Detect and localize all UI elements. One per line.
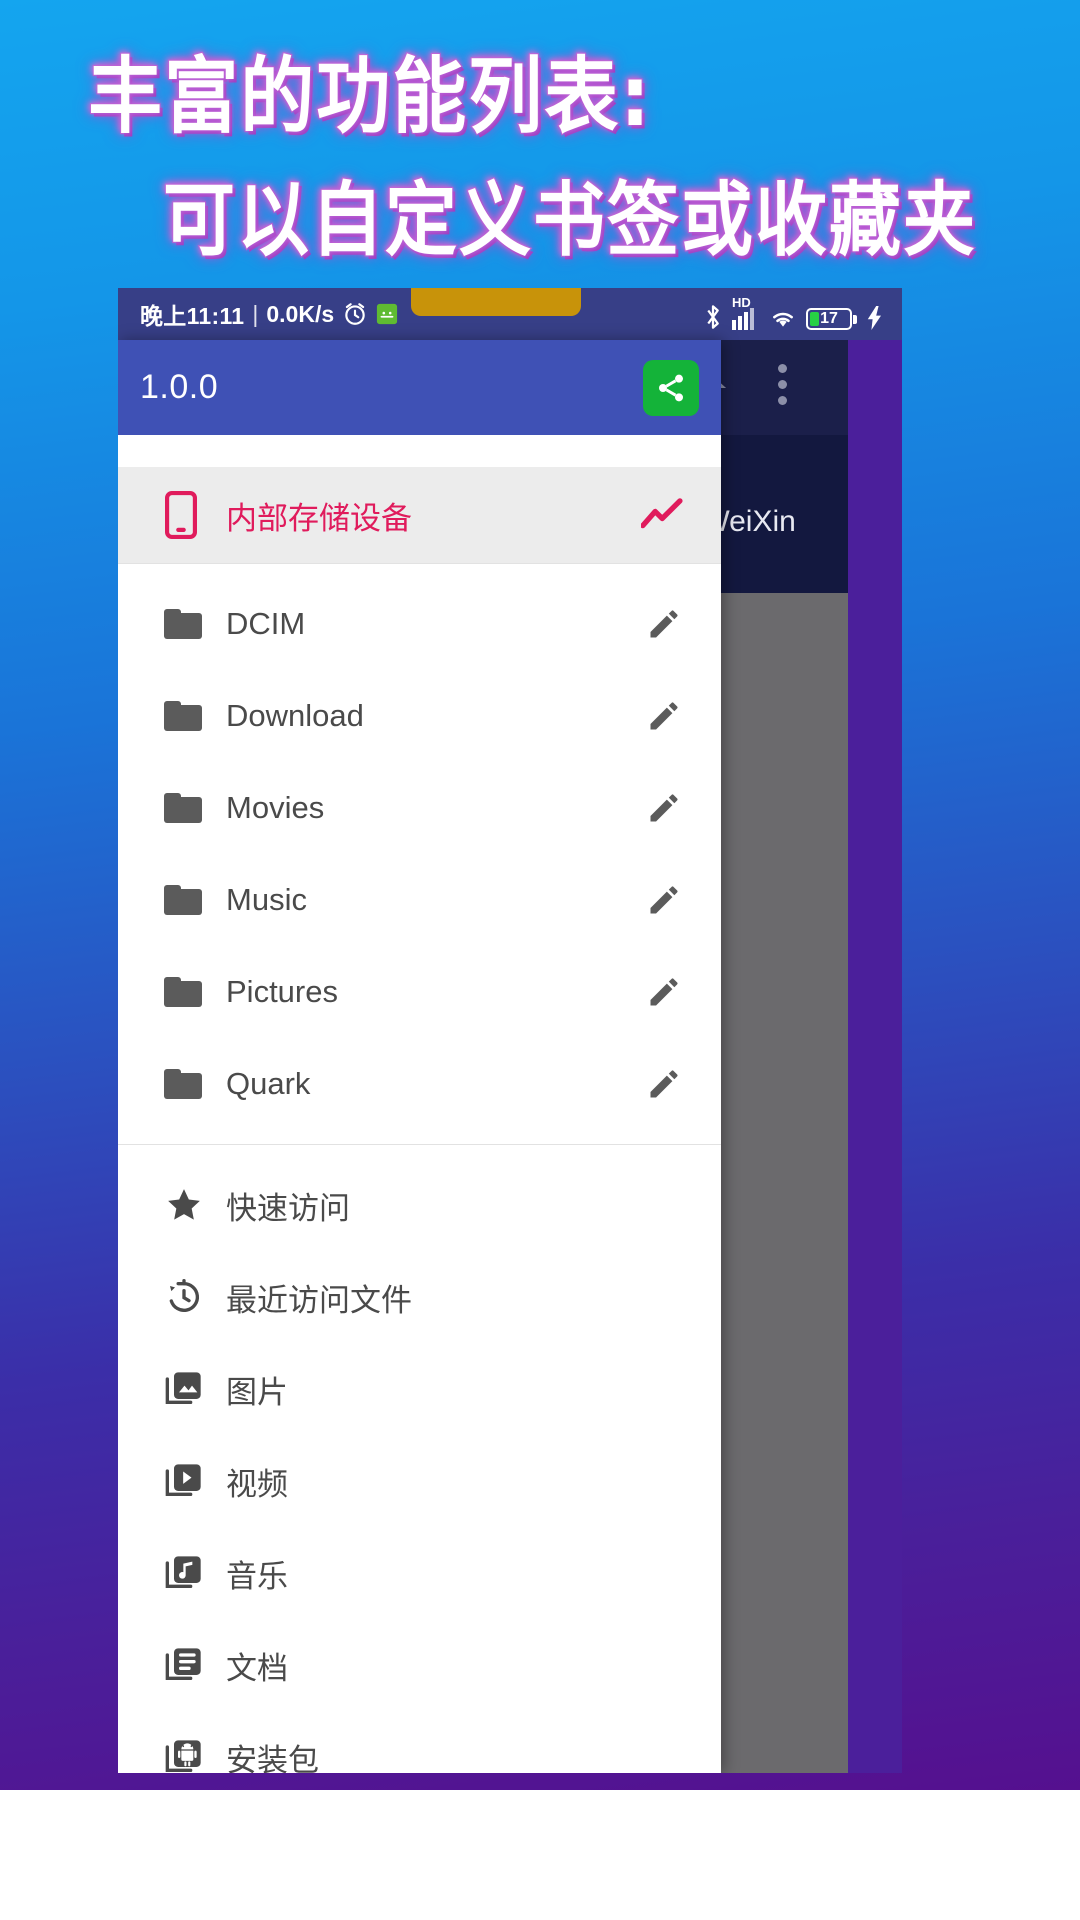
edit-pencil-icon[interactable] [629, 698, 699, 734]
battery-icon: 17 [806, 308, 857, 330]
phone-screenshot: 晚上11:11 | 0.0K/s HD 17 s/WeiXin 1.0.0 内部… [118, 288, 902, 1773]
status-bar-net-speed: 0.0K/s [266, 300, 335, 327]
wifi-icon [769, 308, 797, 330]
shortcut-row-videos[interactable]: 视频 [118, 1435, 721, 1527]
shortcut-row-quick-access[interactable]: 快速访问 [118, 1159, 721, 1251]
drawer-header: 1.0.0 [118, 340, 721, 435]
video-library-icon [140, 1461, 226, 1501]
phone-storage-icon [140, 491, 226, 539]
hd-label: HD [732, 295, 751, 310]
music-library-icon [140, 1553, 226, 1593]
drawer-item-label: 内部存储设备 [226, 500, 412, 536]
document-library-icon [140, 1645, 226, 1685]
history-icon [140, 1277, 226, 1317]
folder-row[interactable]: DCIM [118, 578, 721, 670]
shortcut-row-recent-files[interactable]: 最近访问文件 [118, 1251, 721, 1343]
folder-label: Quark [226, 1066, 311, 1101]
screenshot-right-edge [848, 340, 902, 1773]
shortcut-label: 文档 [226, 1650, 288, 1686]
app-version-label: 1.0.0 [140, 368, 219, 406]
drawer-header-gap [118, 435, 721, 467]
edit-pencil-icon[interactable] [629, 882, 699, 918]
status-bar-right: HD 17 [703, 288, 902, 340]
star-icon [140, 1185, 226, 1225]
folder-icon [140, 885, 226, 915]
edit-pencil-icon[interactable] [629, 1066, 699, 1102]
shortcut-row-music[interactable]: 音乐 [118, 1527, 721, 1619]
edit-pencil-icon[interactable] [629, 974, 699, 1010]
promo-bottom-strip [0, 1790, 1080, 1920]
folder-icon [140, 977, 226, 1007]
battery-percent-label: 17 [820, 310, 838, 327]
drawer-item-internal-storage[interactable]: 内部存储设备 [118, 467, 721, 563]
folder-row[interactable]: Download [118, 670, 721, 762]
shortcut-row-pictures[interactable]: 图片 [118, 1343, 721, 1435]
folder-row[interactable]: Quark [118, 1038, 721, 1130]
edit-pencil-icon[interactable] [629, 606, 699, 642]
android-notification-icon [376, 303, 398, 325]
folder-label: Download [226, 698, 364, 733]
shortcut-label: 音乐 [226, 1558, 288, 1594]
folder-icon [140, 1069, 226, 1099]
folder-label: Music [226, 882, 307, 917]
shortcut-list: 快速访问 最近访问文件 图片 视频 音乐 文档 安装包 [118, 1159, 721, 1773]
chart-trending-icon[interactable] [629, 498, 699, 532]
share-icon [655, 372, 687, 404]
shortcut-label: 安装包 [226, 1742, 319, 1774]
alarm-clock-icon [342, 301, 368, 327]
signal-bars-icon: HD [732, 295, 760, 330]
status-bar-time: 晚上11:11 [140, 303, 245, 329]
folder-label: Movies [226, 790, 325, 825]
folder-label: Pictures [226, 974, 338, 1009]
shortcut-label: 快速访问 [226, 1190, 350, 1226]
folder-icon [140, 793, 226, 823]
charging-bolt-icon [866, 306, 884, 330]
folder-row[interactable]: Music [118, 854, 721, 946]
folder-icon [140, 701, 226, 731]
bluetooth-icon [703, 304, 723, 330]
folder-row[interactable]: Movies [118, 762, 721, 854]
android-package-icon [140, 1737, 226, 1773]
status-bar: 晚上11:11 | 0.0K/s HD 17 [118, 288, 902, 340]
shortcut-label: 视频 [226, 1466, 288, 1502]
edit-pencil-icon[interactable] [629, 790, 699, 826]
status-bar-notch [411, 288, 581, 316]
navigation-drawer: 1.0.0 内部存储设备 DCIM Download Movies Music … [118, 340, 721, 1773]
shortcut-label: 图片 [226, 1374, 288, 1410]
folder-list: DCIM Download Movies Music Pictures Quar… [118, 578, 721, 1130]
shortcut-row-documents[interactable]: 文档 [118, 1619, 721, 1711]
status-bar-left: 晚上11:11 | 0.0K/s [118, 297, 398, 331]
folder-icon [140, 609, 226, 639]
overflow-menu-icon[interactable] [778, 364, 787, 405]
share-button[interactable] [643, 359, 699, 416]
shortcut-row-apk[interactable]: 安装包 [118, 1711, 721, 1773]
folder-label: DCIM [226, 606, 306, 641]
folder-row[interactable]: Pictures [118, 946, 721, 1038]
shortcut-label: 最近访问文件 [226, 1282, 412, 1318]
status-bar-separator: | [252, 300, 259, 327]
photo-library-icon [140, 1369, 226, 1409]
